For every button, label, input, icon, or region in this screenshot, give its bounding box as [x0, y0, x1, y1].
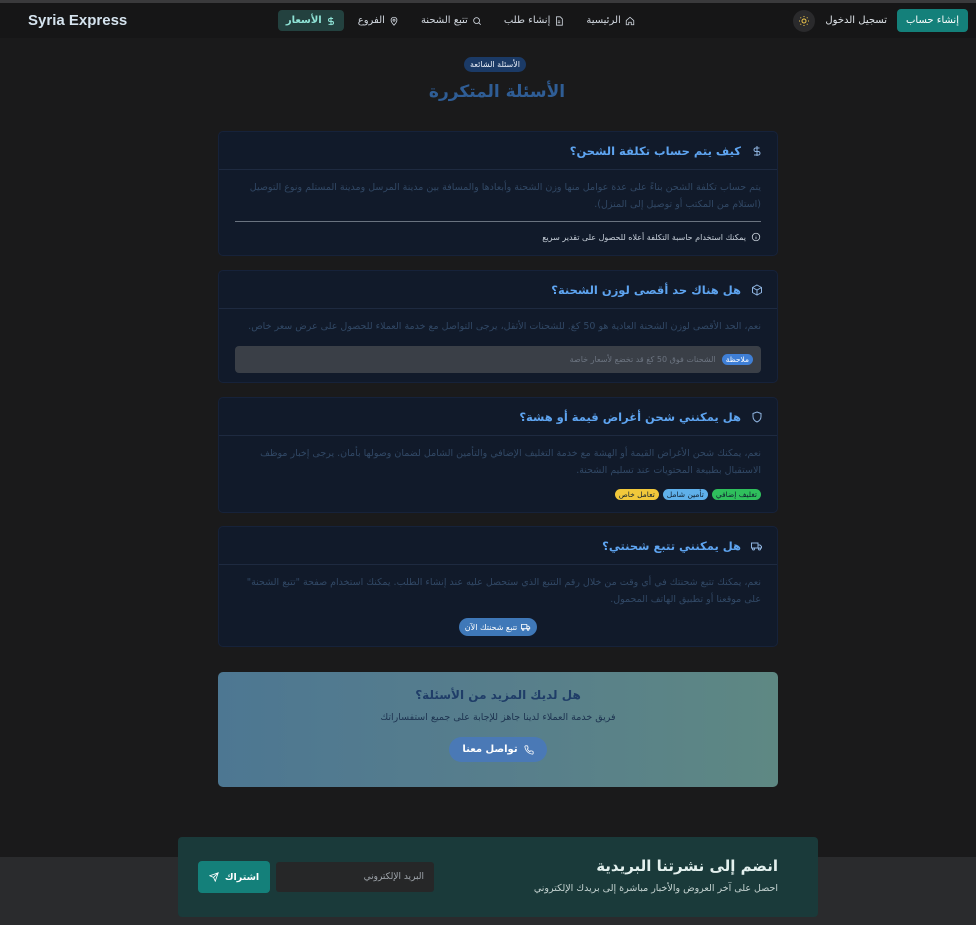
- faq-card-tracking[interactable]: هل يمكنني تتبع شحنتي؟ نعم، يمكنك تتبع شح…: [218, 526, 778, 647]
- note-tag: ملاحظة: [721, 353, 753, 365]
- nav-track-label: تتبع الشحنة: [420, 15, 468, 26]
- faq-question-row[interactable]: هل يمكنني تتبع شحنتي؟: [219, 527, 777, 565]
- signup-button[interactable]: إنشاء حساب: [897, 9, 968, 32]
- faq-card-valuables[interactable]: هل يمكنني شحن أغراض قيمة أو هشة؟ نعم، يم…: [218, 397, 778, 513]
- phone-icon: [524, 744, 534, 755]
- nav-prices[interactable]: الأسعار: [277, 10, 344, 31]
- nav-track[interactable]: تتبع الشحنة: [413, 10, 490, 31]
- faq-badge: الأسئلة الشائعة: [464, 57, 526, 72]
- faq-answer: نعم، يمكنك شحن الأغراض القيمة أو الهشة م…: [260, 448, 761, 476]
- subscribe-label: اشتراك: [224, 871, 260, 883]
- contact-us-button[interactable]: تواصل معنا: [449, 737, 547, 762]
- dollar-icon: [327, 16, 334, 25]
- cta-title: هل لديك المزيد من الأسئلة؟: [415, 688, 581, 702]
- cta-subtitle: فريق خدمة العملاء لدينا جاهز للإجابة على…: [380, 712, 616, 723]
- nav-branches[interactable]: الفروع: [350, 10, 407, 31]
- track-shipment-button[interactable]: تتبع شحنتك الآن: [458, 618, 538, 636]
- newsletter-title: انضم إلى نشرتنا البريدية: [596, 857, 778, 875]
- search-icon: [473, 16, 481, 25]
- faq-tip: يمكنك استخدام حاسبة التكلفة أعلاه للحصول…: [235, 232, 761, 242]
- divider: [235, 221, 761, 222]
- faq-card-cost[interactable]: كيف يتم حساب تكلفة الشحن؟ يتم حساب تكلفة…: [218, 131, 778, 256]
- truck-icon: [521, 624, 531, 631]
- nav-home[interactable]: الرئيسية: [578, 10, 642, 31]
- nav-create-order-label: إنشاء طلب: [503, 15, 551, 26]
- newsletter-subtitle: احصل على آخر العروض والأخبار مباشرة إلى …: [533, 883, 778, 894]
- note-text: الشحنات فوق 50 كغ قد تخضع لأسعار خاصة: [569, 354, 716, 364]
- main-nav: الرئيسية إنشاء طلب تتبع الشحنة الفروع ال…: [277, 10, 643, 31]
- note-box: ملاحظة الشحنات فوق 50 كغ قد تخضع لأسعار …: [235, 345, 761, 373]
- faq-question: هل يمكنني تتبع شحنتي؟: [602, 538, 741, 553]
- nav-prices-label: الأسعار: [285, 15, 322, 26]
- faq-answer: نعم، يمكنك تتبع شحنتك في أي وقت من خلال …: [246, 577, 761, 605]
- shield-icon: [752, 410, 762, 423]
- faq-question: هل هناك حد أقصى لوزن الشحنة؟: [551, 282, 741, 297]
- brand-logo[interactable]: Syria Express: [28, 12, 127, 29]
- box-icon: [752, 283, 762, 296]
- page-title: الأسئلة المتكررة: [428, 82, 566, 102]
- nav-branches-label: الفروع: [357, 15, 385, 26]
- send-icon: [208, 872, 219, 882]
- newsletter-box: انضم إلى نشرتنا البريدية احصل على آخر ال…: [178, 837, 818, 917]
- faq-answer: يتم حساب تكلفة الشحن بناءً على عدة عوامل…: [249, 182, 761, 210]
- tag-extra-packaging: تغليف إضافي: [711, 489, 761, 500]
- newsletter-email-input[interactable]: [276, 862, 434, 892]
- faq-question-row[interactable]: كيف يتم حساب تكلفة الشحن؟: [219, 132, 777, 170]
- faq-question: كيف يتم حساب تكلفة الشحن؟: [569, 143, 741, 158]
- nav-home-label: الرئيسية: [586, 15, 621, 26]
- faq-question-row[interactable]: هل هناك حد أقصى لوزن الشحنة؟: [219, 271, 777, 309]
- dollar-icon: [753, 145, 761, 156]
- login-link[interactable]: تسجيل الدخول: [825, 15, 887, 26]
- tag-full-insurance: تأمين شامل: [662, 489, 708, 500]
- home-icon: [625, 16, 634, 25]
- truck-icon: [751, 542, 762, 550]
- tag-list: تغليف إضافي تأمين شامل تعامل خاص: [235, 489, 761, 500]
- contact-us-label: تواصل معنا: [462, 744, 518, 755]
- nav-create-order[interactable]: إنشاء طلب: [496, 10, 573, 31]
- track-shipment-label: تتبع شحنتك الآن: [464, 622, 518, 632]
- faq-question-row[interactable]: هل يمكنني شحن أغراض قيمة أو هشة؟: [219, 398, 777, 436]
- contact-cta: هل لديك المزيد من الأسئلة؟ فريق خدمة الع…: [218, 672, 778, 787]
- faq-card-weight[interactable]: هل هناك حد أقصى لوزن الشحنة؟ نعم، الحد ا…: [218, 270, 778, 383]
- sun-icon: [799, 15, 810, 26]
- document-icon: [556, 15, 564, 26]
- map-pin-icon: [390, 16, 398, 26]
- tag-special-handling: تعامل خاص: [614, 489, 659, 500]
- top-navbar: إنشاء حساب تسجيل الدخول الرئيسية إنشاء ط…: [0, 0, 976, 38]
- theme-toggle-button[interactable]: [793, 9, 816, 32]
- faq-tip-text: يمكنك استخدام حاسبة التكلفة أعلاه للحصول…: [542, 232, 746, 242]
- faq-answer: نعم، الحد الأقصى لوزن الشحنة العادية هو …: [248, 321, 761, 332]
- subscribe-button[interactable]: اشتراك: [198, 861, 270, 893]
- auth-group: إنشاء حساب تسجيل الدخول: [793, 9, 968, 32]
- info-icon: [751, 232, 761, 242]
- faq-question: هل يمكنني شحن أغراض قيمة أو هشة؟: [519, 409, 741, 424]
